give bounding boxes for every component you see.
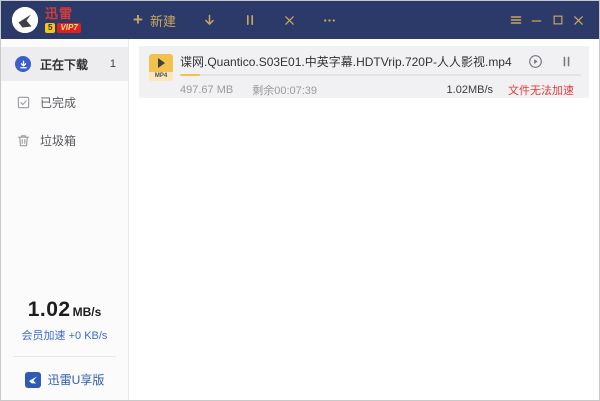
start-all-icon[interactable] [202, 13, 217, 28]
menu-icon[interactable] [505, 13, 526, 27]
sidebar-item-trash[interactable]: 垃圾箱 [1, 123, 128, 157]
speed-unit: MB/s [73, 305, 102, 319]
task-status: 文件无法加速 [508, 82, 574, 98]
play-icon [158, 58, 165, 68]
download-list: MP4 谍网.Quantico.S03E01.中英字幕.HDTVrip.720P… [129, 39, 599, 400]
window-controls [505, 1, 589, 39]
member-badges: 5 VIP7 [45, 23, 81, 33]
more-icon[interactable] [322, 13, 337, 28]
app-logo-icon [12, 7, 38, 33]
delete-all-icon[interactable] [283, 14, 296, 27]
member-boost-text: 会员加速 +0 KB/s [1, 327, 128, 343]
download-task-row[interactable]: MP4 谍网.Quantico.S03E01.中英字幕.HDTVrip.720P… [139, 46, 589, 98]
task-filename: 谍网.Quantico.S03E01.中英字幕.HDTVrip.720P-人人影… [180, 53, 516, 70]
plus-icon: + [133, 13, 143, 27]
sidebar-item-completed[interactable]: 已完成 [1, 85, 128, 119]
xunlei-window: 迅雷 5 VIP7 + 新建 [0, 0, 600, 401]
vip-badge: VIP7 [57, 23, 80, 33]
pause-task-icon[interactable] [560, 55, 573, 68]
app-body: 正在下载 1 已完成 垃圾箱 1.02MB [1, 39, 599, 400]
task-speed: 1.02MB/s [447, 84, 493, 96]
u-share-label: 迅雷U享版 [48, 371, 105, 388]
progress-bar [180, 74, 581, 76]
sidebar-item-downloading[interactable]: 正在下载 1 [1, 47, 128, 81]
task-content: 谍网.Quantico.S03E01.中英字幕.HDTVrip.720P-人人影… [173, 54, 589, 98]
titlebar: 迅雷 5 VIP7 + 新建 [1, 1, 599, 39]
downloading-icon [15, 56, 31, 72]
task-time-remaining: 剩余00:07:39 [252, 82, 317, 98]
global-speed: 1.02MB/s [1, 298, 128, 322]
downloading-count-badge: 1 [110, 58, 116, 70]
close-icon[interactable] [568, 14, 589, 27]
accelerate-icon[interactable] [528, 54, 543, 69]
sidebar-divider [13, 356, 116, 357]
sidebar: 正在下载 1 已完成 垃圾箱 1.02MB [1, 39, 129, 400]
file-ext-label: MP4 [149, 72, 173, 81]
task-actions [528, 54, 573, 69]
mp4-file-icon: MP4 [149, 54, 173, 81]
pause-all-icon[interactable] [243, 13, 257, 27]
u-share-edition-link[interactable]: 迅雷U享版 [1, 371, 128, 388]
progress-fill [180, 74, 200, 76]
speed-panel: 1.02MB/s 会员加速 +0 KB/s 迅雷U享版 [1, 298, 128, 400]
maximize-icon[interactable] [547, 14, 568, 26]
logo-area: 迅雷 5 VIP7 [1, 7, 113, 33]
app-name: 迅雷 [45, 7, 81, 20]
new-task-label: 新建 [150, 11, 176, 30]
trash-icon [15, 132, 31, 148]
speed-value: 1.02 [28, 298, 71, 321]
member-level-badge: 5 [45, 23, 55, 33]
bird-logo-icon [12, 7, 38, 33]
minimize-icon[interactable] [526, 14, 547, 27]
sidebar-item-label: 垃圾箱 [40, 132, 76, 149]
task-size: 497.67 MB [180, 84, 233, 96]
sidebar-item-label: 正在下载 [40, 56, 88, 73]
logo-meta: 迅雷 5 VIP7 [45, 7, 81, 33]
u-share-icon [25, 372, 41, 388]
sidebar-item-label: 已完成 [40, 94, 76, 111]
completed-icon [15, 94, 31, 110]
toolbar: + 新建 [133, 11, 337, 30]
new-task-button[interactable]: + 新建 [133, 11, 176, 30]
sidebar-nav: 正在下载 1 已完成 垃圾箱 [1, 39, 128, 157]
